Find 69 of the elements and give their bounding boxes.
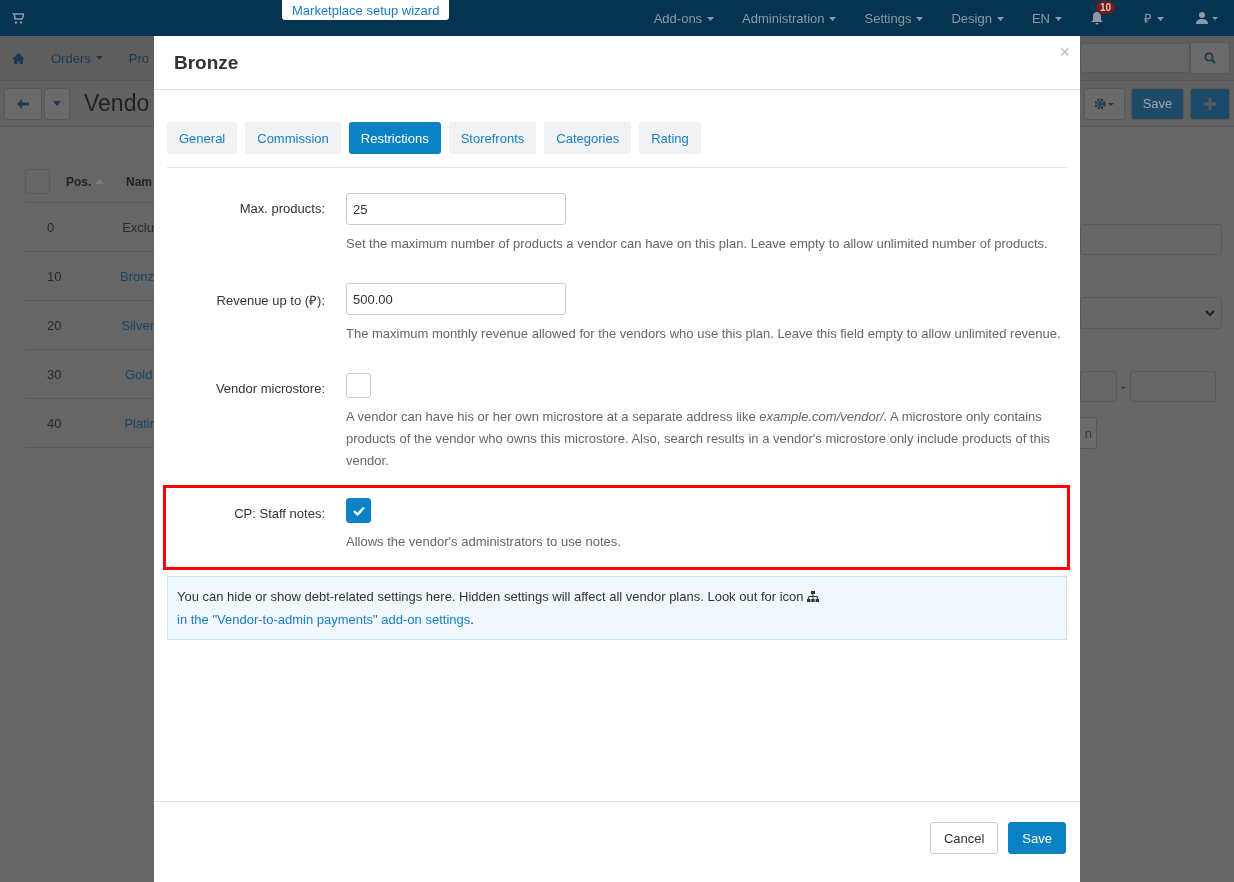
cancel-button[interactable]: Cancel [929,822,999,854]
table-cell-text: 30 [46,366,63,382]
table-cell-text: 10 [46,268,63,284]
range-separator: - [1120,379,1127,394]
menu-item[interactable]: Design [951,10,1004,26]
menu-item[interactable]: Add-ons [653,10,715,26]
tab[interactable]: General [167,122,238,154]
filter-select[interactable] [1080,297,1222,329]
checkbox[interactable] [346,498,371,523]
caret-icon [53,101,61,106]
plus-icon [1204,97,1217,110]
cart-icon[interactable] [12,12,24,24]
menu-item[interactable]: EN [1031,10,1062,26]
tab[interactable]: Commission [245,122,341,154]
help-text: Allows the vendor's administrators to use notes. [346,533,622,551]
settings-button[interactable] [1084,87,1125,120]
home-icon[interactable] [12,52,25,64]
search-button[interactable] [1190,42,1230,74]
input-field[interactable]: 25 [346,193,566,225]
table-cell: Exclu [122,219,154,235]
tab[interactable]: Rating [639,122,701,154]
setup-wizard-button[interactable]: Marketplace setup wizard [282,0,450,20]
add-button[interactable] [1190,87,1230,120]
caret-icon [829,16,837,21]
notice-text: You can hide or show debt-related settings here. Hidden settings will affect all vendor plans. Look out for icon in the "Vendor-to-admin payments" add-on settings. [177,589,820,627]
tab[interactable]: Categories [544,122,632,154]
user-icon[interactable] [1196,12,1218,24]
filter-field[interactable] [1080,224,1222,255]
table-cell-text: 0 [46,219,56,235]
menu-item[interactable]: Administration [742,10,837,26]
input-field[interactable]: 500.00 [346,283,566,315]
field-label: Vendor microstore: [214,380,325,398]
caret-icon [916,16,924,21]
table-cell-text: 40 [46,415,63,431]
help-text: Set the maximum number of products a vendor can have on this plan. Leave empty to allow unlimited number of products. [346,235,1049,253]
arrow-left-icon [17,98,29,109]
menu-item[interactable]: Settings [864,10,924,26]
save-button[interactable]: Save [1008,822,1066,854]
checkbox[interactable] [346,373,371,398]
dropdown-button[interactable] [44,87,70,120]
help-text: A vendor can have his or her own microstore at a separate address like example.com/vendor/. A microstore only contains products of the vendor who owns this microstore. Also, search results in a vendor's microstore only include products of this vendor. [346,408,1052,470]
help-text: The maximum monthly revenue allowed for the vendors who use this plan. Leave this field empty to allow unlimited revenue. [346,325,1062,343]
search-field[interactable] [1080,43,1190,73]
table-cell-text: 20 [46,317,63,333]
caret-icon [95,56,103,60]
field-label: CP: Staff notes: [233,505,325,523]
column-header[interactable]: Nam [126,174,152,189]
caret-icon [1157,17,1164,21]
chevron-down-icon [1205,309,1215,317]
field-label: Revenue up to (₽): [215,292,325,310]
range-from-field[interactable] [1080,371,1117,402]
tab[interactable]: Storefronts [448,122,537,154]
back-button[interactable] [4,87,42,120]
column-header[interactable]: Pos. [66,174,92,189]
sitemap-icon [807,591,820,602]
gear-icon [1094,97,1115,110]
save-button[interactable]: Save [1130,87,1185,120]
caret-icon [707,16,715,21]
tab[interactable]: Restrictions [348,122,441,154]
bell-icon[interactable] [1090,11,1104,25]
currency-menu[interactable]: ₽ [1144,9,1164,27]
notification-badge: 10 [1096,1,1116,14]
field-label: Max. products: [238,200,325,218]
checkmark-icon [352,505,365,516]
caret-icon [996,16,1004,21]
caret-icon [1055,16,1062,21]
search-icon [1204,52,1216,64]
page-title: Vendo [84,90,150,117]
modal-title: Bronze [174,51,239,74]
